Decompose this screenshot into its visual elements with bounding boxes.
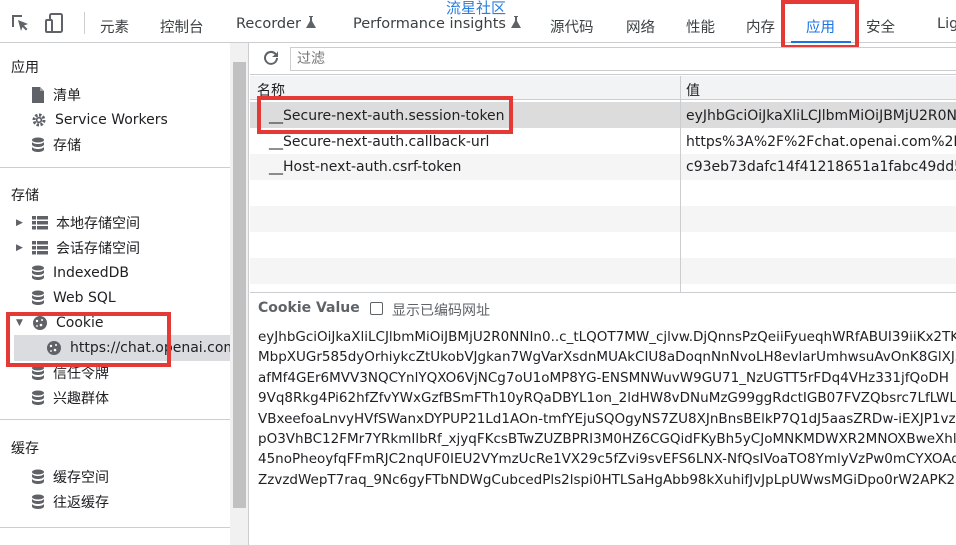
highlight-box-session-token <box>257 96 513 134</box>
device-toggle-icon[interactable] <box>44 12 66 34</box>
sidebar-divider <box>0 419 230 420</box>
sidebar-item-local-storage[interactable]: ▶ 本地存储空间 <box>16 212 140 234</box>
sidebar-item-label: Service Workers <box>55 112 168 128</box>
table-row-stripe <box>250 258 956 284</box>
toolbar-separator <box>84 12 85 34</box>
filter-input[interactable] <box>290 47 956 71</box>
sidebar-item-storage[interactable]: 存储 <box>31 134 81 156</box>
cookie-value-line: MbpXUGr585dyOrhiykcZtUkobVJgkan7WgVarXsd… <box>258 349 956 366</box>
sidebar-divider <box>0 527 230 528</box>
cookie-value-text[interactable]: eyJhbGciOiJkaXliLCJlbmMiOiJBMjU2R0NNIn0.… <box>258 327 956 490</box>
inspect-element-icon[interactable] <box>9 12 31 34</box>
section-title-application: 应用 <box>11 60 39 76</box>
tab-memory[interactable]: 内存 <box>746 16 775 37</box>
highlight-box-cookie-origin <box>6 312 171 367</box>
tab-elements[interactable]: 元素 <box>100 16 129 37</box>
database-icon <box>32 494 44 509</box>
sidebar-item-label: 缓存空间 <box>53 470 109 486</box>
tab-console[interactable]: 控制台 <box>160 16 204 37</box>
tab-lighthouse[interactable]: Lig <box>937 16 956 32</box>
cookie-value-cell[interactable]: c93eb73dafc14f41218651a1fabc49dd5a9 <box>686 159 956 175</box>
tab-network[interactable]: 网络 <box>626 16 655 37</box>
tab-security[interactable]: 安全 <box>866 16 895 37</box>
cookie-value-title: Cookie Value <box>258 300 360 316</box>
sidebar-item-label: IndexedDB <box>53 265 129 281</box>
cookie-value-cell[interactable]: https%3A%2F%2Fchat.openai.com%2F <box>686 134 956 150</box>
tab-performance-insights[interactable]: Performance insights <box>353 16 521 32</box>
cookie-value-line: 45noPheoyfqFFmRJC2nqUF0IEU2VYmzUcRe1VX29… <box>258 451 956 468</box>
sidebar-item-manifest[interactable]: 清单 <box>31 84 81 106</box>
column-divider <box>680 76 681 292</box>
sidebar-item-label: 本地存储空间 <box>56 216 140 232</box>
sidebar-item-session-storage[interactable]: ▶ 会话存储空间 <box>16 237 140 259</box>
cookie-value-line: 9Vq8Rkg4Pi62hfZfvYWxGzfBSmFTh10yRQaDBYL1… <box>258 390 956 407</box>
sidebar-divider <box>0 167 230 168</box>
sidebar-item-label: 往返缓存 <box>53 495 109 511</box>
flask-icon <box>305 16 316 28</box>
tab-recorder[interactable]: Recorder <box>236 16 316 32</box>
sidebar-item-label: 兴趣群体 <box>53 391 109 407</box>
sidebar-item-label: Web SQL <box>53 290 116 306</box>
sidebar-item-indexeddb[interactable]: IndexedDB <box>31 262 129 284</box>
gear-icon <box>32 113 46 127</box>
sidebar-item-back-forward-cache[interactable]: 往返缓存 <box>31 491 109 513</box>
sidebar-item-service-workers[interactable]: Service Workers <box>31 109 168 131</box>
expand-arrow-icon[interactable]: ▶ <box>16 243 24 253</box>
show-url-decoded-checkbox[interactable] <box>370 302 383 315</box>
database-icon <box>32 290 44 305</box>
column-header-value[interactable]: 值 <box>686 80 700 100</box>
sidebar-item-label: 存储 <box>53 138 81 154</box>
database-icon <box>32 365 44 380</box>
sidebar-item-interest-groups[interactable]: 兴趣群体 <box>31 387 109 409</box>
cookie-value-line: VBxeefoaLnvyHVfSWanxDYPUP21Ld1AOn-tmfYEj… <box>258 410 956 427</box>
application-sidebar: 应用 清单 Service Workers 存储 存储 ▶ 本地存储空间 ▶ 会… <box>0 43 237 545</box>
sidebar-item-cache-storage[interactable]: 缓存空间 <box>31 466 109 488</box>
database-icon <box>32 469 44 484</box>
cookie-value-line: pO3VhBC12FMr7YRkmIlbRf_xjyqFKcsBTwZUZBPR… <box>258 430 956 447</box>
database-icon <box>32 265 44 280</box>
refresh-icon[interactable] <box>262 49 280 71</box>
sidebar-item-web-sql[interactable]: Web SQL <box>31 287 116 309</box>
cookie-value-line: ZzvzdWepT7raq_9Nc6gyFTbNDWgCubcedPls2lsp… <box>258 471 956 488</box>
cookie-name-cell[interactable]: __Host-next-auth.csrf-token <box>269 159 461 175</box>
tab-sources[interactable]: 源代码 <box>550 16 594 37</box>
database-icon <box>32 137 44 152</box>
table-icon <box>32 241 48 255</box>
section-title-cache: 缓存 <box>11 441 39 457</box>
cookie-name-cell[interactable]: __Secure-next-auth.callback-url <box>269 134 489 150</box>
database-icon <box>32 390 44 405</box>
expand-arrow-icon[interactable]: ▶ <box>16 218 24 228</box>
table-icon <box>32 216 48 230</box>
pane-divider[interactable] <box>250 292 956 293</box>
table-row-stripe <box>250 206 956 232</box>
cookie-value-line: afMf4GEr6MVV3NQCYnlYQXO6VjNCg7oU1oMP8YG-… <box>258 369 949 386</box>
sidebar-item-label: 会话存储空间 <box>56 241 140 257</box>
cookie-value-cell[interactable]: eyJhbGciOiJkaXliLCJlbmMiOiJBMjU2R0NNIn0.… <box>686 108 956 124</box>
sidebar-scrollbar-thumb[interactable] <box>233 62 246 508</box>
sidebar-item-label: 清单 <box>53 88 81 104</box>
cookie-toolbar <box>250 43 956 75</box>
document-icon <box>32 87 44 103</box>
flask-icon <box>510 16 521 28</box>
show-url-decoded-label[interactable]: 显示已编码网址 <box>392 300 490 320</box>
cookie-value-line: eyJhbGciOiJkaXliLCJlbmMiOiJBMjU2R0NNIn0.… <box>258 329 956 345</box>
tab-performance[interactable]: 性能 <box>686 16 715 37</box>
tab-performance-insights-label: Performance insights <box>353 16 506 32</box>
section-title-storage: 存储 <box>11 188 39 204</box>
tab-recorder-label: Recorder <box>236 16 301 32</box>
highlight-box-application-tab <box>781 0 859 49</box>
